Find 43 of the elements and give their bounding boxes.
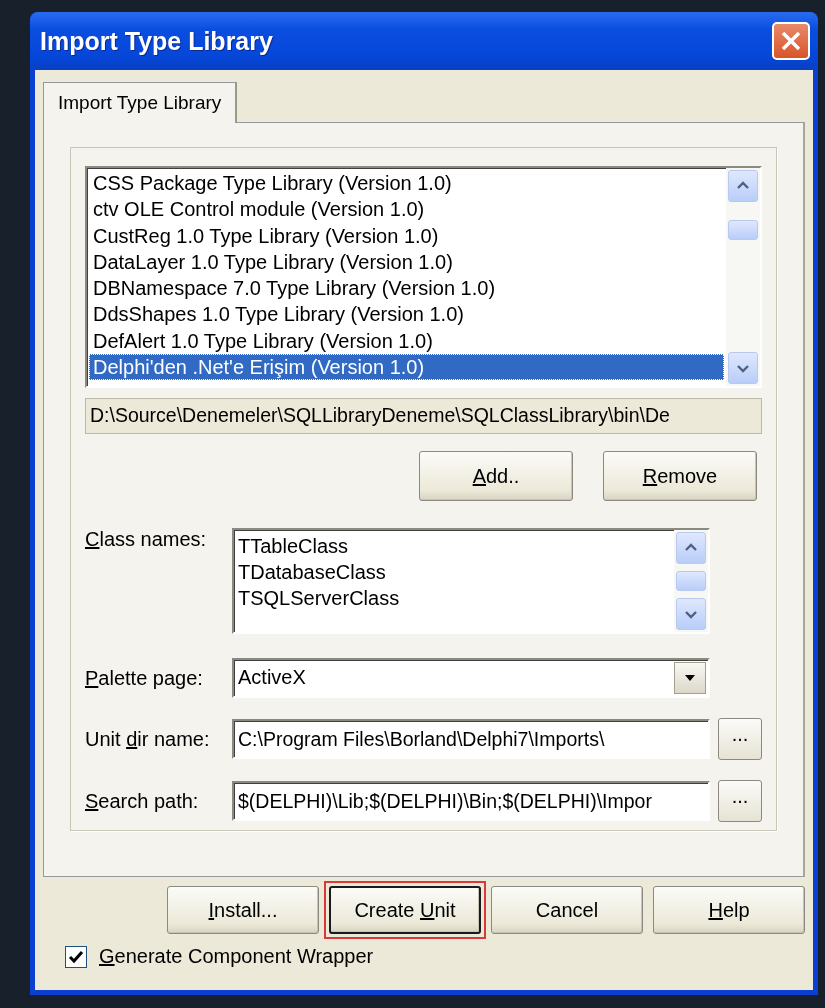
list-item[interactable]: Delphi'den .Net'e Erişim (Version 1.0) bbox=[89, 354, 724, 381]
unit-dir-label: Unit dir name: bbox=[85, 727, 211, 751]
close-button[interactable] bbox=[772, 22, 810, 60]
cancel-button[interactable]: Cancel bbox=[491, 886, 643, 934]
unit-dir-field[interactable]: C:\Program Files\Borland\Delphi7\Imports\ bbox=[232, 719, 710, 759]
scroll-down-button[interactable] bbox=[728, 352, 758, 384]
window-title: Import Type Library bbox=[40, 26, 273, 56]
scroll-up-button[interactable] bbox=[676, 532, 706, 564]
list-item[interactable]: TDatabaseClass bbox=[238, 559, 670, 585]
checkbox-label: Generate Component Wrapper bbox=[99, 945, 374, 968]
palette-page-label: Palette page: bbox=[85, 666, 204, 690]
list-item[interactable]: CustReg 1.0 Type Library (Version 1.0) bbox=[89, 222, 724, 249]
close-icon bbox=[780, 30, 802, 52]
list-item[interactable]: TTableClass bbox=[238, 533, 670, 559]
palette-page-dropdown[interactable]: ActiveX bbox=[232, 658, 710, 698]
scroll-thumb[interactable] bbox=[728, 220, 758, 240]
list-item[interactable]: DataLayer 1.0 Type Library (Version 1.0) bbox=[89, 248, 724, 276]
checkbox[interactable] bbox=[65, 945, 87, 968]
library-list[interactable] bbox=[85, 166, 762, 388]
scroll-down-button[interactable] bbox=[676, 598, 706, 630]
tab[interactable]: Import Type Library bbox=[43, 82, 238, 123]
scroll-up-button[interactable] bbox=[728, 170, 758, 202]
dropdown-arrow-icon bbox=[683, 674, 697, 682]
class-names-list[interactable]: TTableClass TDatabaseClass TSQLServerClass bbox=[232, 528, 710, 634]
class-names-label: Class names: bbox=[85, 528, 208, 551]
library-path-field: D:\Source\Denemeler\SQLLibraryDeneme\SQLClassLibrary\bin\De bbox=[85, 398, 762, 434]
list-item[interactable]: CSS Package Type Library (Version 1.0) bbox=[89, 170, 724, 197]
checkmark-icon bbox=[68, 949, 84, 964]
install-button[interactable]: Install... bbox=[167, 886, 319, 934]
search-path-label: Search path: bbox=[85, 789, 200, 813]
list-item[interactable]: TSQLServerClass bbox=[238, 585, 670, 611]
list-item[interactable]: DdsShapes 1.0 Type Library (Version 1.0) bbox=[89, 301, 724, 328]
help-button[interactable]: Help bbox=[653, 886, 805, 934]
list-item[interactable]: DefAlert 1.0 Type Library (Version 1.0) bbox=[89, 327, 724, 355]
list-item[interactable]: ctv OLE Control module (Version 1.0) bbox=[89, 196, 724, 223]
browse-button[interactable]: ... bbox=[718, 718, 762, 760]
remove-button[interactable]: Remove bbox=[603, 451, 757, 501]
create-unit-button[interactable]: Create Unit bbox=[329, 886, 481, 934]
add-button[interactable]: Add.. bbox=[419, 451, 573, 501]
list-item[interactable]: DBNamespace 7.0 Type Library (Version 1.0) bbox=[89, 275, 724, 302]
search-path-field[interactable]: $(DELPHI)\Lib;$(DELPHI)\Bin;$(DELPHI)\Impor bbox=[232, 781, 710, 821]
browse-button[interactable]: ... bbox=[718, 780, 762, 822]
scroll-thumb[interactable] bbox=[676, 571, 706, 591]
